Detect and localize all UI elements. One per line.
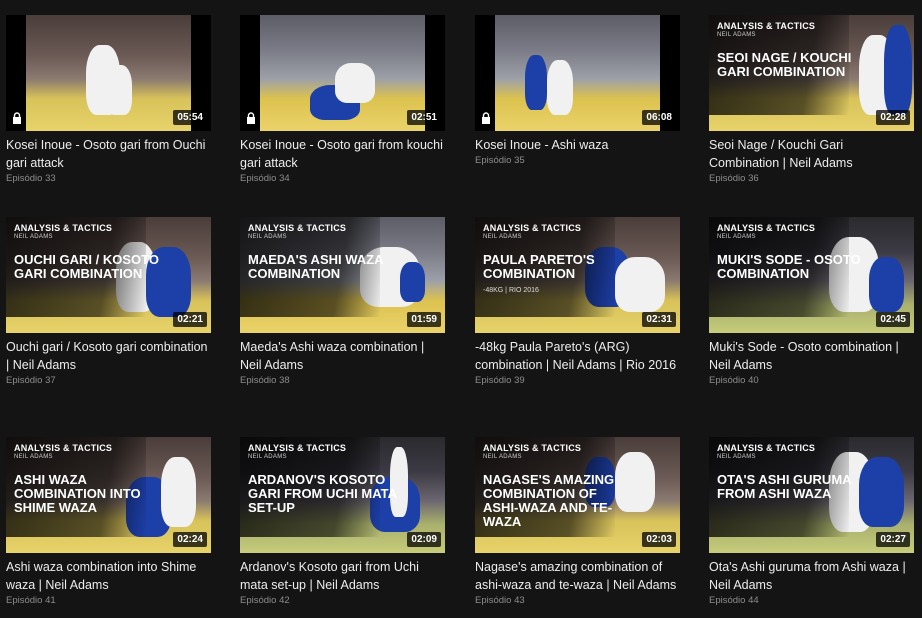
episode-thumbnail[interactable]: ANALYSIS & TACTICS NEIL ADAMS MAEDA'S AS… [240,217,445,333]
duration-badge: 05:54 [173,110,207,125]
episode-title[interactable]: Seoi Nage / Kouchi Gari Combination | Ne… [709,136,914,172]
episode-card[interactable]: ANALYSIS & TACTICS NEIL ADAMS PAULA PARE… [475,217,680,386]
episode-title[interactable]: Kosei Inoue - Ashi waza [475,136,680,154]
episode-card[interactable]: 02:51 Kosei Inoue - Osoto gari from kouc… [240,15,445,184]
thumbnail-headline: MUKI'S SODE - OSOTO COMBINATION [717,252,861,281]
series-tag: ANALYSIS & TACTICS [483,443,582,453]
episode-card[interactable]: ANALYSIS & TACTICS NEIL ADAMS MUKI'S SOD… [709,217,914,386]
thumbnail-headline: ARDANOV'S KOSOTO GARI FROM UCHI MATA SET… [248,472,397,515]
episode-thumbnail[interactable]: ANALYSIS & TACTICS NEIL ADAMS OTA'S ASHI… [709,437,914,553]
duration-badge: 02:24 [173,532,207,547]
episode-number: Episódio 38 [240,375,290,386]
thumbnail-headline: OUCHI GARI / KOSOTO GARI COMBINATION [14,252,159,281]
duration-badge: 02:45 [876,312,910,327]
duration-badge: 02:09 [407,532,441,547]
duration-badge: 01:59 [407,312,441,327]
episode-card[interactable]: ANALYSIS & TACTICS NEIL ADAMS SEOI NAGE … [709,15,914,184]
lock-icon [482,112,490,124]
series-author: NEIL ADAMS [717,32,756,38]
episode-thumbnail[interactable]: ANALYSIS & TACTICS NEIL ADAMS SEOI NAGE … [709,15,914,131]
duration-badge: 02:28 [876,110,910,125]
duration-badge: 02:03 [642,532,676,547]
episode-card[interactable]: ANALYSIS & TACTICS NEIL ADAMS ARDANOV'S … [240,437,445,606]
episode-number: Episódio 41 [6,595,56,606]
duration-badge: 02:51 [407,110,441,125]
series-tag: ANALYSIS & TACTICS [14,443,113,453]
series-tag: ANALYSIS & TACTICS [483,223,582,233]
episode-title[interactable]: Maeda's Ashi waza combination | Neil Ada… [240,338,445,374]
episode-number: Episódio 43 [475,595,525,606]
episode-card[interactable]: ANALYSIS & TACTICS NEIL ADAMS OUCHI GARI… [6,217,211,386]
episode-title[interactable]: Kosei Inoue - Osoto gari from kouchi gar… [240,136,445,172]
series-author: NEIL ADAMS [14,234,53,240]
duration-badge: 02:27 [876,532,910,547]
episode-number: Episódio 37 [6,375,56,386]
episode-number: Episódio 34 [240,173,290,184]
thumbnail-headline: OTA'S ASHI GURUMA FROM ASHI WAZA [717,472,852,501]
episode-card[interactable]: ANALYSIS & TACTICS NEIL ADAMS NAGASE'S A… [475,437,680,606]
episode-number: Episódio 42 [240,595,290,606]
episode-thumbnail[interactable]: 05:54 [6,15,211,131]
thumbnail-headline: SEOI NAGE / KOUCHI GARI COMBINATION [717,50,852,79]
lock-icon [13,112,21,124]
episode-title[interactable]: Kosei Inoue - Osoto gari from Ouchi gari… [6,136,211,172]
duration-badge: 02:21 [173,312,207,327]
episode-title[interactable]: Ardanov's Kosoto gari from Uchi mata set… [240,558,445,594]
episode-grid: 05:54 Kosei Inoue - Osoto gari from Ouch… [0,0,922,618]
thumbnail-headline: ASHI WAZA COMBINATION INTO SHIME WAZA [14,472,141,515]
episode-thumbnail[interactable]: ANALYSIS & TACTICS NEIL ADAMS ASHI WAZA … [6,437,211,553]
series-tag: ANALYSIS & TACTICS [717,21,816,31]
thumbnail-headline: NAGASE'S AMAZING COMBINATION OF ASHI-WAZ… [483,472,615,529]
thumbnail-headline: MAEDA'S ASHI WAZA COMBINATION [248,252,384,281]
episode-number: Episódio 33 [6,173,56,184]
series-tag: ANALYSIS & TACTICS [717,223,816,233]
series-author: NEIL ADAMS [717,234,756,240]
duration-badge: 02:31 [642,312,676,327]
episode-number: Episódio 35 [475,155,525,166]
episode-title[interactable]: Ashi waza combination into Shime waza | … [6,558,211,594]
episode-title[interactable]: Ota's Ashi guruma from Ashi waza | Neil … [709,558,914,594]
thumbnail-subline: -48KG | RIO 2016 [483,287,539,294]
episode-number: Episódio 40 [709,375,759,386]
thumbnail-headline: PAULA PARETO'S COMBINATION [483,252,595,281]
series-author: NEIL ADAMS [483,234,522,240]
series-tag: ANALYSIS & TACTICS [14,223,113,233]
episode-title[interactable]: Nagase's amazing combination of ashi-waz… [475,558,680,594]
episode-thumbnail[interactable]: 06:08 [475,15,680,131]
episode-thumbnail[interactable]: ANALYSIS & TACTICS NEIL ADAMS PAULA PARE… [475,217,680,333]
series-author: NEIL ADAMS [248,234,287,240]
episode-number: Episódio 44 [709,595,759,606]
episode-card[interactable]: 05:54 Kosei Inoue - Osoto gari from Ouch… [6,15,211,184]
lock-icon [247,112,255,124]
episode-card[interactable]: ANALYSIS & TACTICS NEIL ADAMS OTA'S ASHI… [709,437,914,606]
series-author: NEIL ADAMS [483,454,522,460]
episode-card[interactable]: ANALYSIS & TACTICS NEIL ADAMS ASHI WAZA … [6,437,211,606]
episode-thumbnail[interactable]: 02:51 [240,15,445,131]
series-tag: ANALYSIS & TACTICS [248,443,347,453]
episode-thumbnail[interactable]: ANALYSIS & TACTICS NEIL ADAMS MUKI'S SOD… [709,217,914,333]
episode-thumbnail[interactable]: ANALYSIS & TACTICS NEIL ADAMS OUCHI GARI… [6,217,211,333]
episode-card[interactable]: ANALYSIS & TACTICS NEIL ADAMS MAEDA'S AS… [240,217,445,386]
episode-number: Episódio 39 [475,375,525,386]
episode-title[interactable]: -48kg Paula Pareto's (ARG) combination |… [475,338,680,374]
episode-thumbnail[interactable]: ANALYSIS & TACTICS NEIL ADAMS NAGASE'S A… [475,437,680,553]
series-author: NEIL ADAMS [14,454,53,460]
series-tag: ANALYSIS & TACTICS [248,223,347,233]
episode-title[interactable]: Muki's Sode - Osoto combination | Neil A… [709,338,914,374]
series-author: NEIL ADAMS [717,454,756,460]
series-author: NEIL ADAMS [248,454,287,460]
episode-number: Episódio 36 [709,173,759,184]
series-tag: ANALYSIS & TACTICS [717,443,816,453]
episode-card[interactable]: 06:08 Kosei Inoue - Ashi waza Episódio 3… [475,15,680,166]
duration-badge: 06:08 [642,110,676,125]
episode-title[interactable]: Ouchi gari / Kosoto gari combination | N… [6,338,211,374]
episode-thumbnail[interactable]: ANALYSIS & TACTICS NEIL ADAMS ARDANOV'S … [240,437,445,553]
